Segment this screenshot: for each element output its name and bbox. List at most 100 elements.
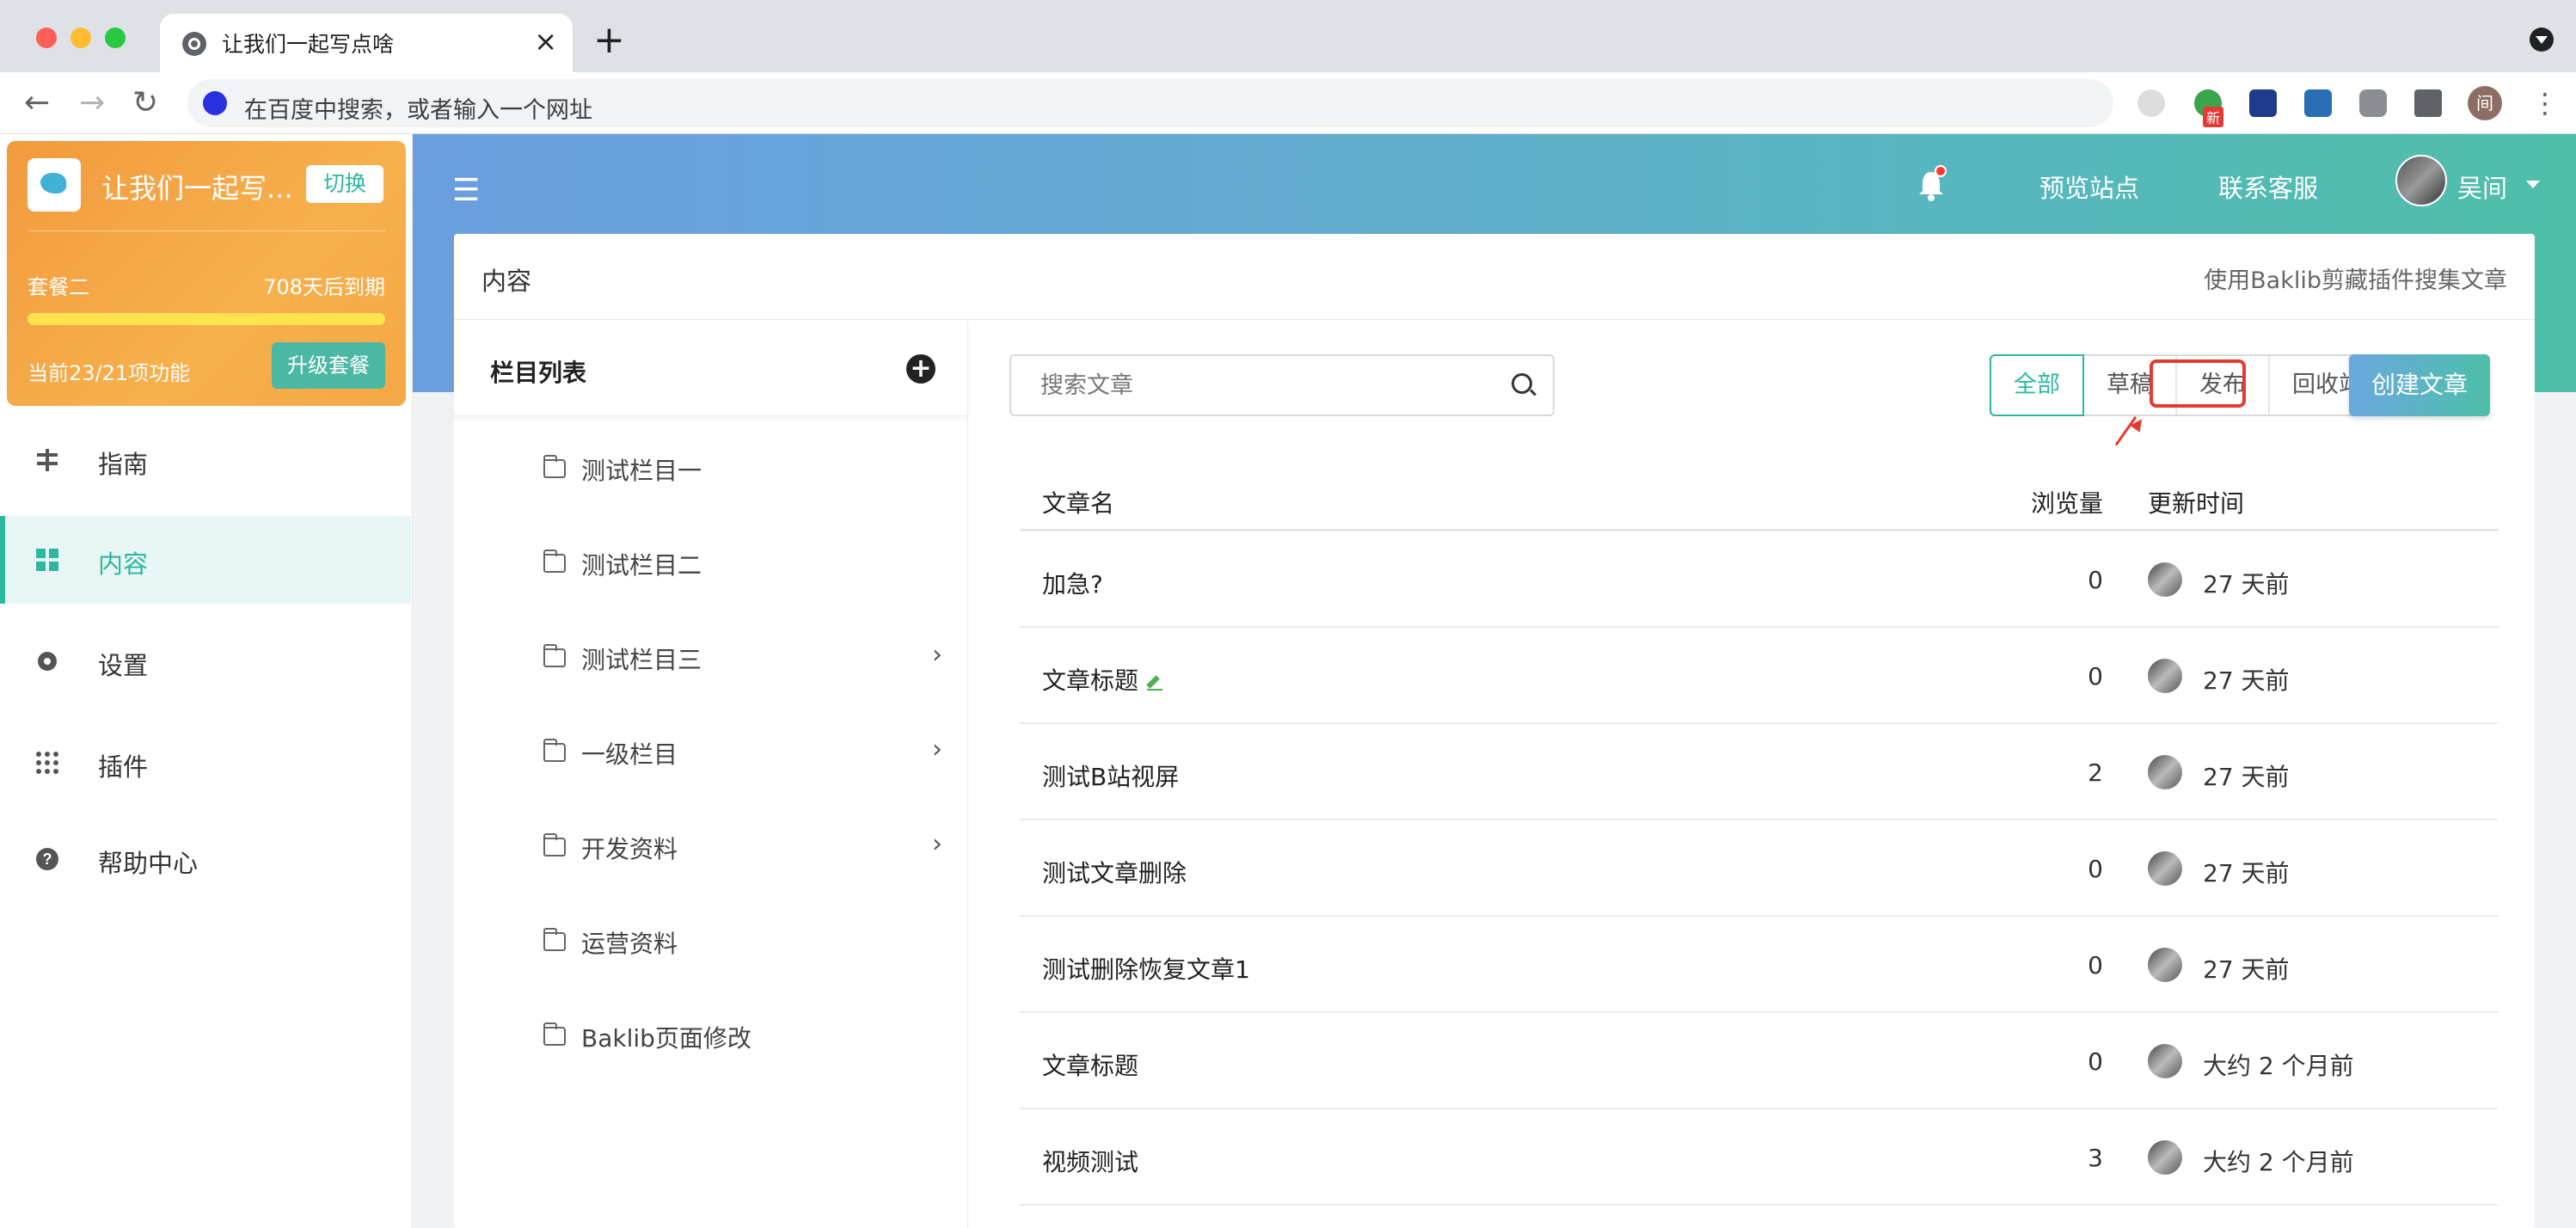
folder-icon — [543, 550, 566, 573]
browser-toolbar: ← → ↻ 在百度中搜索，或者输入一个网址 新 间 ⋮ — [0, 72, 2576, 134]
article-updated: 27 天前 — [2203, 570, 2290, 599]
article-title[interactable]: 视频测试 — [1042, 1144, 1138, 1178]
contact-support-link[interactable]: 联系客服 — [2218, 169, 2318, 205]
avatar — [2148, 948, 2182, 982]
column-item[interactable]: 开发资料 › — [454, 801, 968, 896]
sidebar-item-settings[interactable]: 设置 — [0, 617, 411, 705]
search-input[interactable] — [1011, 356, 1493, 414]
clipper-hint-link[interactable]: 使用Baklib剪藏插件搜集文章 — [2204, 261, 2507, 295]
card-header: 内容 使用Baklib剪藏插件搜集文章 — [454, 234, 2535, 320]
sidebar-item-help[interactable]: ? 帮助中心 — [0, 815, 411, 903]
folder-icon — [543, 455, 566, 478]
column-item[interactable]: 运营资料 — [454, 896, 968, 991]
table-row[interactable]: 测试B站视屏 2 27 天前 — [1020, 724, 2499, 820]
search-icon[interactable] — [1512, 373, 1532, 394]
table-row[interactable]: 视频测试 3 大约 2 个月前 — [1020, 1109, 2499, 1206]
baidu-icon — [203, 91, 227, 115]
folder-icon — [543, 1022, 566, 1046]
tab-close-button[interactable]: × — [534, 24, 557, 58]
table-row[interactable]: 文章标题 0 27 天前 — [1020, 628, 2499, 724]
forward-button[interactable]: → — [79, 84, 105, 122]
back-button[interactable]: ← — [24, 84, 50, 122]
chevron-right-icon[interactable]: › — [932, 829, 942, 859]
extension-m-icon[interactable] — [2249, 89, 2277, 117]
avatar — [2148, 851, 2182, 886]
browser-menu-button[interactable]: ⋮ — [2531, 86, 2559, 120]
add-column-icon[interactable]: + — [906, 354, 935, 384]
help-icon: ? — [33, 844, 62, 874]
article-title[interactable]: 加急? — [1042, 566, 1103, 600]
article-updated: 27 天前 — [2203, 859, 2290, 887]
filter-all-button[interactable]: 全部 — [1990, 354, 2084, 416]
column-item[interactable]: Baklib页面修改 — [454, 991, 968, 1085]
table-row[interactable]: 测试删除恢复文章1 0 27 天前 — [1020, 917, 2499, 1013]
user-name[interactable]: 吴间 — [2457, 169, 2507, 205]
column-item[interactable]: 一级栏目 › — [454, 707, 968, 801]
column-item[interactable]: 测试栏目三 › — [454, 612, 968, 707]
extension-s-icon[interactable] — [2304, 89, 2332, 117]
tab-search-button[interactable] — [2530, 28, 2554, 52]
maximize-window-button[interactable] — [105, 28, 126, 48]
article-views: 0 — [2088, 855, 2103, 883]
column-label: 开发资料 — [581, 835, 678, 863]
puzzle-icon[interactable] — [2414, 89, 2442, 117]
site-card: 让我们一起写... 切换 套餐二 708天后到期 当前23/21项功能 升级套餐 — [7, 141, 406, 406]
column-header-views[interactable]: 浏览量 — [2031, 485, 2103, 519]
address-bar[interactable]: 在百度中搜索，或者输入一个网址 — [187, 79, 2113, 127]
sidebar-item-content[interactable]: 内容 — [0, 516, 411, 604]
folder-icon — [543, 739, 566, 762]
camera-icon[interactable] — [2359, 89, 2387, 117]
avatar — [2148, 562, 2182, 597]
article-title[interactable]: 测试删除恢复文章1 — [1042, 951, 1250, 985]
close-window-button[interactable] — [36, 28, 57, 48]
article-title-text: 视频测试 — [1042, 1148, 1139, 1176]
sidebar-item-guide[interactable]: 指南 — [0, 416, 411, 504]
card-divider — [28, 230, 385, 231]
plan-progress-bar — [28, 313, 385, 325]
chevron-right-icon[interactable]: › — [932, 734, 942, 764]
plan-progress-fill — [28, 313, 385, 325]
switch-site-button[interactable]: 切换 — [306, 165, 383, 203]
table-row[interactable]: 加急? 0 27 天前 — [1020, 531, 2499, 628]
browser-tab-bar: 让我们一起写点啥 × + — [0, 0, 2576, 72]
column-label: 运营资料 — [581, 930, 678, 958]
preview-site-link[interactable]: 预览站点 — [2039, 169, 2139, 205]
article-title-text: 文章标题 — [1042, 666, 1139, 695]
article-title[interactable]: 测试B站视屏 — [1042, 758, 1179, 793]
column-header-updated[interactable]: 更新时间 — [2148, 485, 2244, 519]
table-row[interactable]: 文章标题 0 大约 2 个月前 — [1020, 1013, 2499, 1109]
article-updated: 27 天前 — [2203, 666, 2290, 695]
signpost-icon — [33, 445, 62, 475]
profile-avatar[interactable]: 间 — [2468, 86, 2502, 120]
article-updated: 大约 2 个月前 — [2203, 1148, 2354, 1176]
table-header: 文章名 浏览量 更新时间 — [1020, 463, 2499, 531]
article-updated: 27 天前 — [2203, 955, 2290, 984]
extension-globe-icon[interactable] — [2137, 89, 2165, 117]
table-row[interactable]: 测试文章删除 0 27 天前 — [1020, 820, 2499, 917]
app-root: 让我们一起写... 切换 套餐二 708天后到期 当前23/21项功能 升级套餐… — [0, 134, 2576, 1228]
column-item[interactable]: 测试栏目二 — [454, 518, 968, 612]
columns-panel: 栏目列表 + 测试栏目一 测试栏目二 测试栏目三 › 一级栏目 › 开发资料 ›… — [454, 320, 968, 1228]
article-title[interactable]: 文章标题 — [1042, 1047, 1138, 1082]
article-title[interactable]: 文章标题 — [1042, 662, 1163, 697]
new-tab-button[interactable]: + — [593, 19, 625, 62]
trash-highlight-annotation — [2150, 359, 2246, 408]
article-title[interactable]: 测试文章删除 — [1042, 855, 1187, 889]
create-article-button[interactable]: 创建文章 — [2349, 354, 2490, 416]
column-item[interactable]: 测试栏目一 — [454, 423, 968, 518]
sidebar-item-plugins[interactable]: 插件 — [0, 719, 411, 807]
avatar — [2148, 755, 2182, 789]
avatar[interactable] — [2395, 155, 2447, 206]
article-title-text: 文章标题 — [1042, 1052, 1139, 1080]
chevron-down-icon[interactable] — [2526, 181, 2540, 188]
upgrade-plan-button[interactable]: 升级套餐 — [272, 342, 385, 389]
chevron-right-icon[interactable]: › — [932, 640, 942, 670]
column-header-title: 文章名 — [1042, 489, 1115, 518]
minimize-window-button[interactable] — [71, 28, 91, 48]
column-label: 一级栏目 — [581, 740, 678, 769]
menu-toggle-icon[interactable]: ☰ — [452, 175, 480, 206]
browser-tab[interactable]: 让我们一起写点啥 × — [160, 14, 573, 72]
article-title-text: 测试删除恢复文章1 — [1042, 955, 1250, 984]
reload-button[interactable]: ↻ — [132, 84, 158, 122]
article-views: 3 — [2088, 1144, 2103, 1172]
